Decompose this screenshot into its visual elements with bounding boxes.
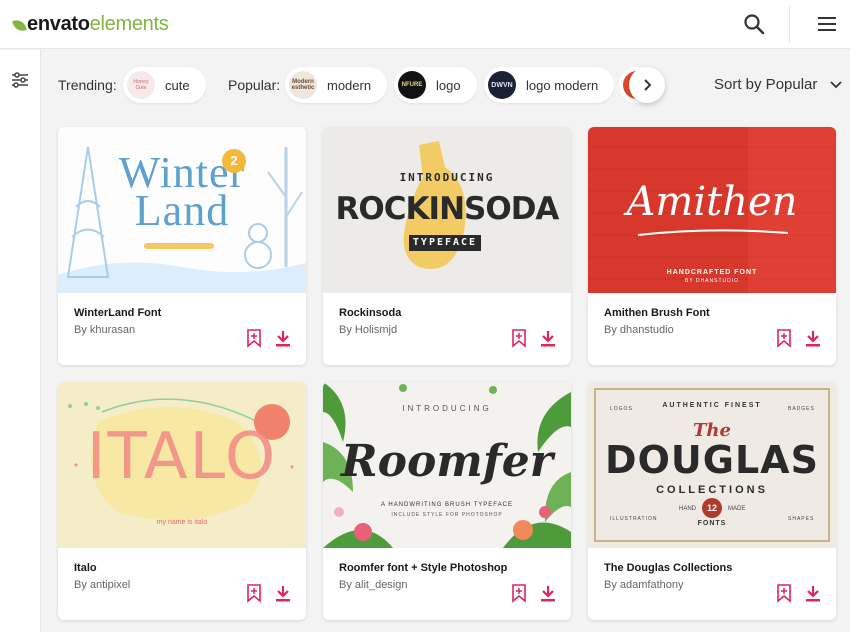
chip-label: modern — [327, 77, 372, 93]
chevron-down-icon — [830, 81, 843, 89]
sort-label: Sort by Popular — [714, 76, 818, 93]
download-icon[interactable] — [275, 585, 291, 602]
preview-badges: BADGES — [788, 406, 815, 412]
preview-made: MADE — [728, 506, 746, 512]
item-author[interactable]: By alit_design — [339, 579, 408, 591]
download-icon[interactable] — [805, 330, 821, 347]
item-title[interactable]: Rockinsoda — [339, 307, 401, 319]
preview-illustration-label: ILLUSTRATION — [610, 516, 658, 522]
item-preview[interactable]: Amithen HANDCRAFTED FONT BY DHANSTUDIO — [588, 127, 836, 293]
preview-subtitle-2: INCLUDE STYLE FOR PHOTOSHOP — [391, 512, 503, 518]
preview-badge: 2 — [222, 149, 246, 173]
bookmark-add-icon[interactable] — [776, 583, 792, 603]
chevron-right-icon — [644, 79, 652, 91]
preview-title-line2: Land — [134, 186, 230, 235]
bookmark-add-icon[interactable] — [776, 328, 792, 348]
trending-label: Trending: — [58, 77, 117, 93]
hamburger-menu-icon[interactable] — [816, 14, 838, 34]
bookmark-add-icon[interactable] — [511, 328, 527, 348]
item-card[interactable]: INTRODUCING ROCKINSODA TYPEFACE Rockinso… — [323, 127, 571, 365]
item-title[interactable]: Amithen Brush Font — [604, 307, 710, 319]
search-icon[interactable] — [742, 12, 766, 36]
preview-intro: INTRODUCING — [402, 404, 492, 413]
chip-label: logo — [436, 77, 461, 93]
leaf-icon — [12, 17, 27, 33]
filter-bar: Trending: Honey Cute cute Popular: Moder… — [41, 50, 850, 120]
chip-thumbnail: Modern esthetic — [289, 71, 317, 99]
sort-dropdown[interactable]: Sort by Popular — [714, 76, 843, 93]
popular-chip-logo[interactable]: NFURE logo — [394, 67, 477, 103]
item-preview[interactable]: INTRODUCING Roomfer A HANDWRITING BRUSH … — [323, 382, 571, 548]
item-preview[interactable]: INTRODUCING ROCKINSODA TYPEFACE — [323, 127, 571, 293]
chip-thumbnail: DWVN — [488, 71, 516, 99]
item-author[interactable]: By antipixel — [74, 579, 130, 591]
item-author[interactable]: By khurasan — [74, 324, 135, 336]
popular-chip-logo-modern[interactable]: DWVN logo modern — [484, 67, 615, 103]
download-icon[interactable] — [540, 330, 556, 347]
item-preview[interactable]: Winter Land 2 — [58, 127, 306, 293]
item-title[interactable]: Italo — [74, 562, 97, 574]
preview-hand: HAND — [679, 506, 697, 512]
preview-subtitle: HANDCRAFTED FONT — [666, 269, 758, 276]
item-preview[interactable]: AUTHENTIC FINEST LOGOS BADGES The DOUGLA… — [588, 382, 836, 548]
download-icon[interactable] — [805, 585, 821, 602]
chip-thumbnail: NFURE — [398, 71, 426, 99]
preview-number-badge: 12 — [702, 498, 722, 518]
download-icon[interactable] — [275, 330, 291, 347]
preview-shapes-label: SHAPES — [788, 516, 815, 522]
preview-title: Amithen — [626, 179, 798, 225]
popular-label: Popular: — [228, 77, 281, 93]
preview-intro: INTRODUCING — [399, 171, 495, 184]
item-author[interactable]: By dhanstudio — [604, 324, 674, 336]
item-preview[interactable]: * * ITALO my name is italo — [58, 382, 306, 548]
left-sidebar — [0, 50, 41, 632]
filter-sliders-icon[interactable] — [11, 72, 29, 88]
chip-thumbnail: Honey Cute — [127, 71, 155, 99]
item-author[interactable]: By adamfathony — [604, 579, 684, 591]
preview-subtitle: COLLECTIONS — [656, 484, 768, 496]
item-author[interactable]: By Holismjd — [339, 324, 397, 336]
bookmark-add-icon[interactable] — [246, 328, 262, 348]
chip-label: logo modern — [526, 77, 599, 93]
item-card[interactable]: INTRODUCING Roomfer A HANDWRITING BRUSH … — [323, 382, 571, 620]
preview-title: ROCKINSODA — [335, 191, 560, 227]
item-card[interactable]: AUTHENTIC FINEST LOGOS BADGES The DOUGLA… — [588, 382, 836, 620]
preview-title: Roomfer — [341, 436, 553, 487]
item-title[interactable]: The Douglas Collections — [604, 562, 732, 574]
item-title[interactable]: Roomfer font + Style Photoshop — [339, 562, 507, 574]
download-icon[interactable] — [540, 585, 556, 602]
item-card[interactable]: Amithen HANDCRAFTED FONT BY DHANSTUDIO A… — [588, 127, 836, 365]
header-divider — [789, 6, 790, 43]
chips-next-button[interactable] — [629, 67, 665, 103]
bookmark-add-icon[interactable] — [511, 583, 527, 603]
preview-credit: BY DHANSTUDIO — [684, 278, 740, 284]
top-header: envato elements — [0, 0, 850, 49]
item-title[interactable]: WinterLand Font — [74, 307, 161, 319]
envato-elements-logo[interactable]: envato elements — [12, 11, 169, 37]
item-card[interactable]: Winter Land 2 WinterLand Font By khurasa… — [58, 127, 306, 365]
preview-logos: LOGOS — [610, 406, 633, 412]
chip-label: cute — [165, 77, 190, 93]
popular-chip-modern[interactable]: Modern esthetic modern — [285, 67, 388, 103]
item-card[interactable]: * * ITALO my name is italo Italo By anti… — [58, 382, 306, 620]
preview-subtitle: TYPEFACE — [409, 235, 481, 251]
bookmark-add-icon[interactable] — [246, 583, 262, 603]
preview-subtitle: my name is italo — [156, 519, 208, 526]
preview-title: DOUGLAS — [605, 438, 819, 482]
trending-chip-cute[interactable]: Honey Cute cute — [123, 67, 206, 103]
preview-title: ITALO — [86, 420, 278, 494]
preview-subtitle: A HANDWRITING BRUSH TYPEFACE — [381, 502, 513, 508]
